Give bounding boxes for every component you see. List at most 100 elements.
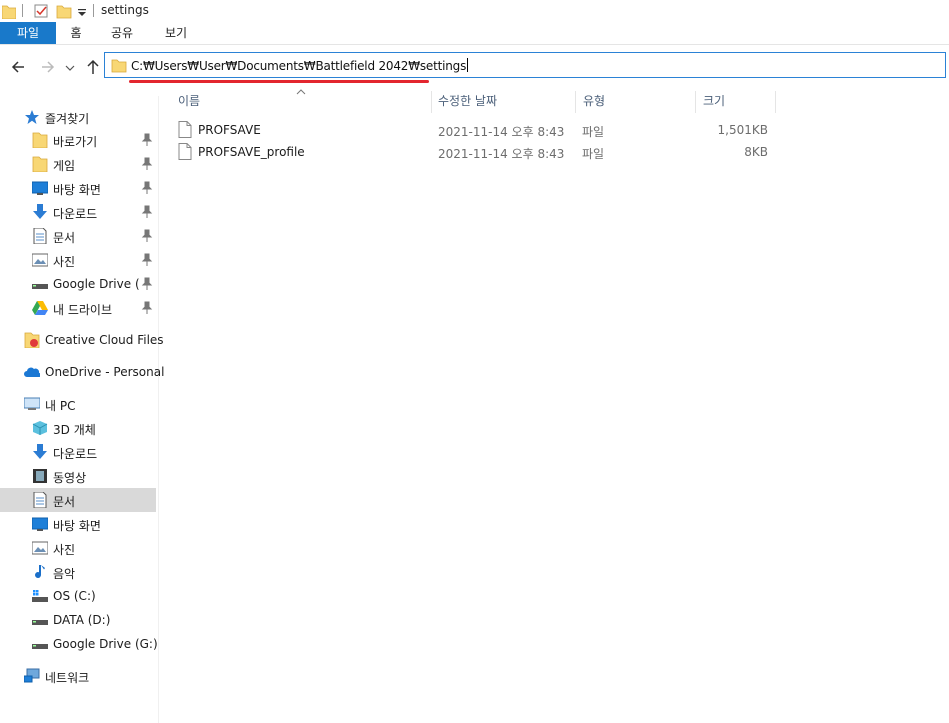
pin-icon[interactable] xyxy=(141,301,153,315)
drive-icon xyxy=(32,284,48,289)
sidebar-item-pc-documents[interactable]: 문서 xyxy=(0,488,156,512)
tab-share[interactable]: 공유 xyxy=(104,22,140,44)
sidebar-label: 바탕 화면 xyxy=(53,183,101,197)
pin-icon[interactable] xyxy=(141,181,153,195)
column-header-name[interactable]: 이름 xyxy=(178,89,200,113)
sidebar-item-shortcuts[interactable]: 바로가기 xyxy=(0,128,156,152)
desktop-icon xyxy=(32,517,48,531)
chevron-down-icon[interactable] xyxy=(77,3,87,19)
sidebar-item-downloads[interactable]: 다운로드 xyxy=(0,200,156,224)
column-header-size[interactable]: 크기 xyxy=(703,89,725,113)
sidebar-item-onedrive[interactable]: OneDrive - Personal xyxy=(0,360,164,384)
pin-icon[interactable] xyxy=(141,253,153,267)
pin-icon[interactable] xyxy=(141,205,153,219)
sidebar-item-drive-g[interactable]: Google Drive (G:) xyxy=(0,632,158,656)
column-divider[interactable] xyxy=(575,91,576,113)
sidebar-label: 내 드라이브 xyxy=(53,303,113,317)
sidebar-item-quick-access[interactable]: 즐겨찾기 xyxy=(0,105,156,129)
drive-icon xyxy=(32,644,48,649)
sidebar-label: 바로가기 xyxy=(53,135,98,149)
sidebar-item-videos[interactable]: 동영상 xyxy=(0,464,156,488)
separator xyxy=(93,4,94,17)
sidebar-label: 네트워크 xyxy=(45,671,90,685)
file-icon xyxy=(178,121,192,138)
pictures-icon xyxy=(32,253,48,267)
sidebar-label: 바탕 화면 xyxy=(53,519,101,533)
document-icon xyxy=(33,228,47,244)
pin-icon[interactable] xyxy=(141,277,153,291)
sidebar-item-network[interactable]: 네트워크 xyxy=(0,664,156,688)
document-icon xyxy=(33,492,47,508)
navigation-pane[interactable]: 즐겨찾기 바로가기 게임 바탕 화면 다운로드 문서 사진 Google Dri… xyxy=(0,96,164,723)
column-divider[interactable] xyxy=(431,91,432,113)
sidebar-label: OneDrive - Personal xyxy=(45,365,165,379)
sidebar-item-documents[interactable]: 문서 xyxy=(0,224,156,248)
sidebar-item-drive-c[interactable]: OS (C:) xyxy=(0,584,156,608)
tab-home[interactable]: 홈 xyxy=(62,22,90,44)
sidebar-item-games[interactable]: 게임 xyxy=(0,152,156,176)
column-divider[interactable] xyxy=(695,91,696,113)
sidebar-item-music[interactable]: 음악 xyxy=(0,560,156,584)
window-title: settings xyxy=(101,3,149,17)
pin-icon[interactable] xyxy=(141,157,153,171)
sidebar-item-pc-pictures[interactable]: 사진 xyxy=(0,536,156,560)
file-row[interactable]: PROFSAVE 2021-11-14 오후 8:43 파일 1,501KB xyxy=(172,119,782,141)
sidebar-label: 문서 xyxy=(53,495,76,509)
file-type: 파일 xyxy=(582,125,605,139)
sidebar-label: 다운로드 xyxy=(53,447,98,461)
cube-icon xyxy=(32,421,48,435)
sidebar-label: 문서 xyxy=(53,231,76,245)
creative-cloud-folder-icon xyxy=(24,332,40,348)
column-divider[interactable] xyxy=(775,91,776,113)
sidebar-item-3d-objects[interactable]: 3D 개체 xyxy=(0,416,156,440)
sidebar-item-drive-d[interactable]: DATA (D:) xyxy=(0,608,156,632)
file-date: 2021-11-14 오후 8:43 xyxy=(438,125,565,139)
sidebar-item-pc-downloads[interactable]: 다운로드 xyxy=(0,440,156,464)
folder-icon xyxy=(2,5,16,19)
sidebar-label: 3D 개체 xyxy=(53,423,96,437)
pin-icon[interactable] xyxy=(141,229,153,243)
file-row[interactable]: PROFSAVE_profile 2021-11-14 오후 8:43 파일 8… xyxy=(172,141,782,163)
sidebar-label: 내 PC xyxy=(45,399,76,413)
sidebar-label: Creative Cloud Files xyxy=(45,333,164,347)
tab-file[interactable]: 파일 xyxy=(0,22,56,44)
recent-locations-chevron-icon[interactable] xyxy=(63,57,83,77)
up-arrow-icon[interactable] xyxy=(83,57,103,77)
sidebar-item-creative-cloud[interactable]: Creative Cloud Files xyxy=(0,328,164,352)
file-icon xyxy=(178,143,192,160)
address-path-text[interactable]: C:₩Users₩User₩Documents₩Battlefield 2042… xyxy=(131,58,469,73)
sidebar-label: 즐겨찾기 xyxy=(45,112,90,126)
sidebar-label: 음악 xyxy=(53,567,76,581)
sidebar-item-this-pc[interactable]: 내 PC xyxy=(0,392,156,416)
sidebar-item-pc-desktop[interactable]: 바탕 화면 xyxy=(0,512,156,536)
forward-arrow-icon[interactable] xyxy=(38,57,58,77)
folder-icon xyxy=(32,156,48,172)
folder-icon xyxy=(32,132,48,148)
sidebar-label: 사진 xyxy=(53,543,76,557)
properties-icon[interactable] xyxy=(33,3,49,19)
new-folder-icon[interactable] xyxy=(56,3,72,19)
cloud-icon xyxy=(24,367,40,377)
music-note-icon xyxy=(35,565,45,579)
film-icon xyxy=(33,469,47,483)
column-header-type[interactable]: 유형 xyxy=(583,89,605,113)
column-header-date[interactable]: 수정한 날짜 xyxy=(438,89,497,113)
file-size: 8KB xyxy=(744,145,768,159)
sidebar-label: 동영상 xyxy=(53,471,87,485)
sidebar-item-pictures[interactable]: 사진 xyxy=(0,248,156,272)
sidebar-label: DATA (D:) xyxy=(53,613,111,627)
back-arrow-icon[interactable] xyxy=(9,57,29,77)
sidebar-label: Google Drive (G:) xyxy=(53,637,158,651)
tab-view[interactable]: 보기 xyxy=(158,22,194,44)
sidebar-item-desktop[interactable]: 바탕 화면 xyxy=(0,176,156,200)
separator xyxy=(22,4,23,17)
desktop-icon xyxy=(32,181,48,195)
sidebar-item-my-drive[interactable]: 내 드라이브 xyxy=(0,296,156,320)
pin-icon[interactable] xyxy=(141,133,153,147)
sidebar-item-google-drive-quick[interactable]: Google Drive (G xyxy=(0,272,156,296)
pictures-icon xyxy=(32,541,48,555)
file-size: 1,501KB xyxy=(717,123,768,137)
address-bar[interactable]: C:₩Users₩User₩Documents₩Battlefield 2042… xyxy=(104,52,946,78)
sort-ascending-icon xyxy=(296,89,306,95)
sidebar-label: 다운로드 xyxy=(53,207,98,221)
